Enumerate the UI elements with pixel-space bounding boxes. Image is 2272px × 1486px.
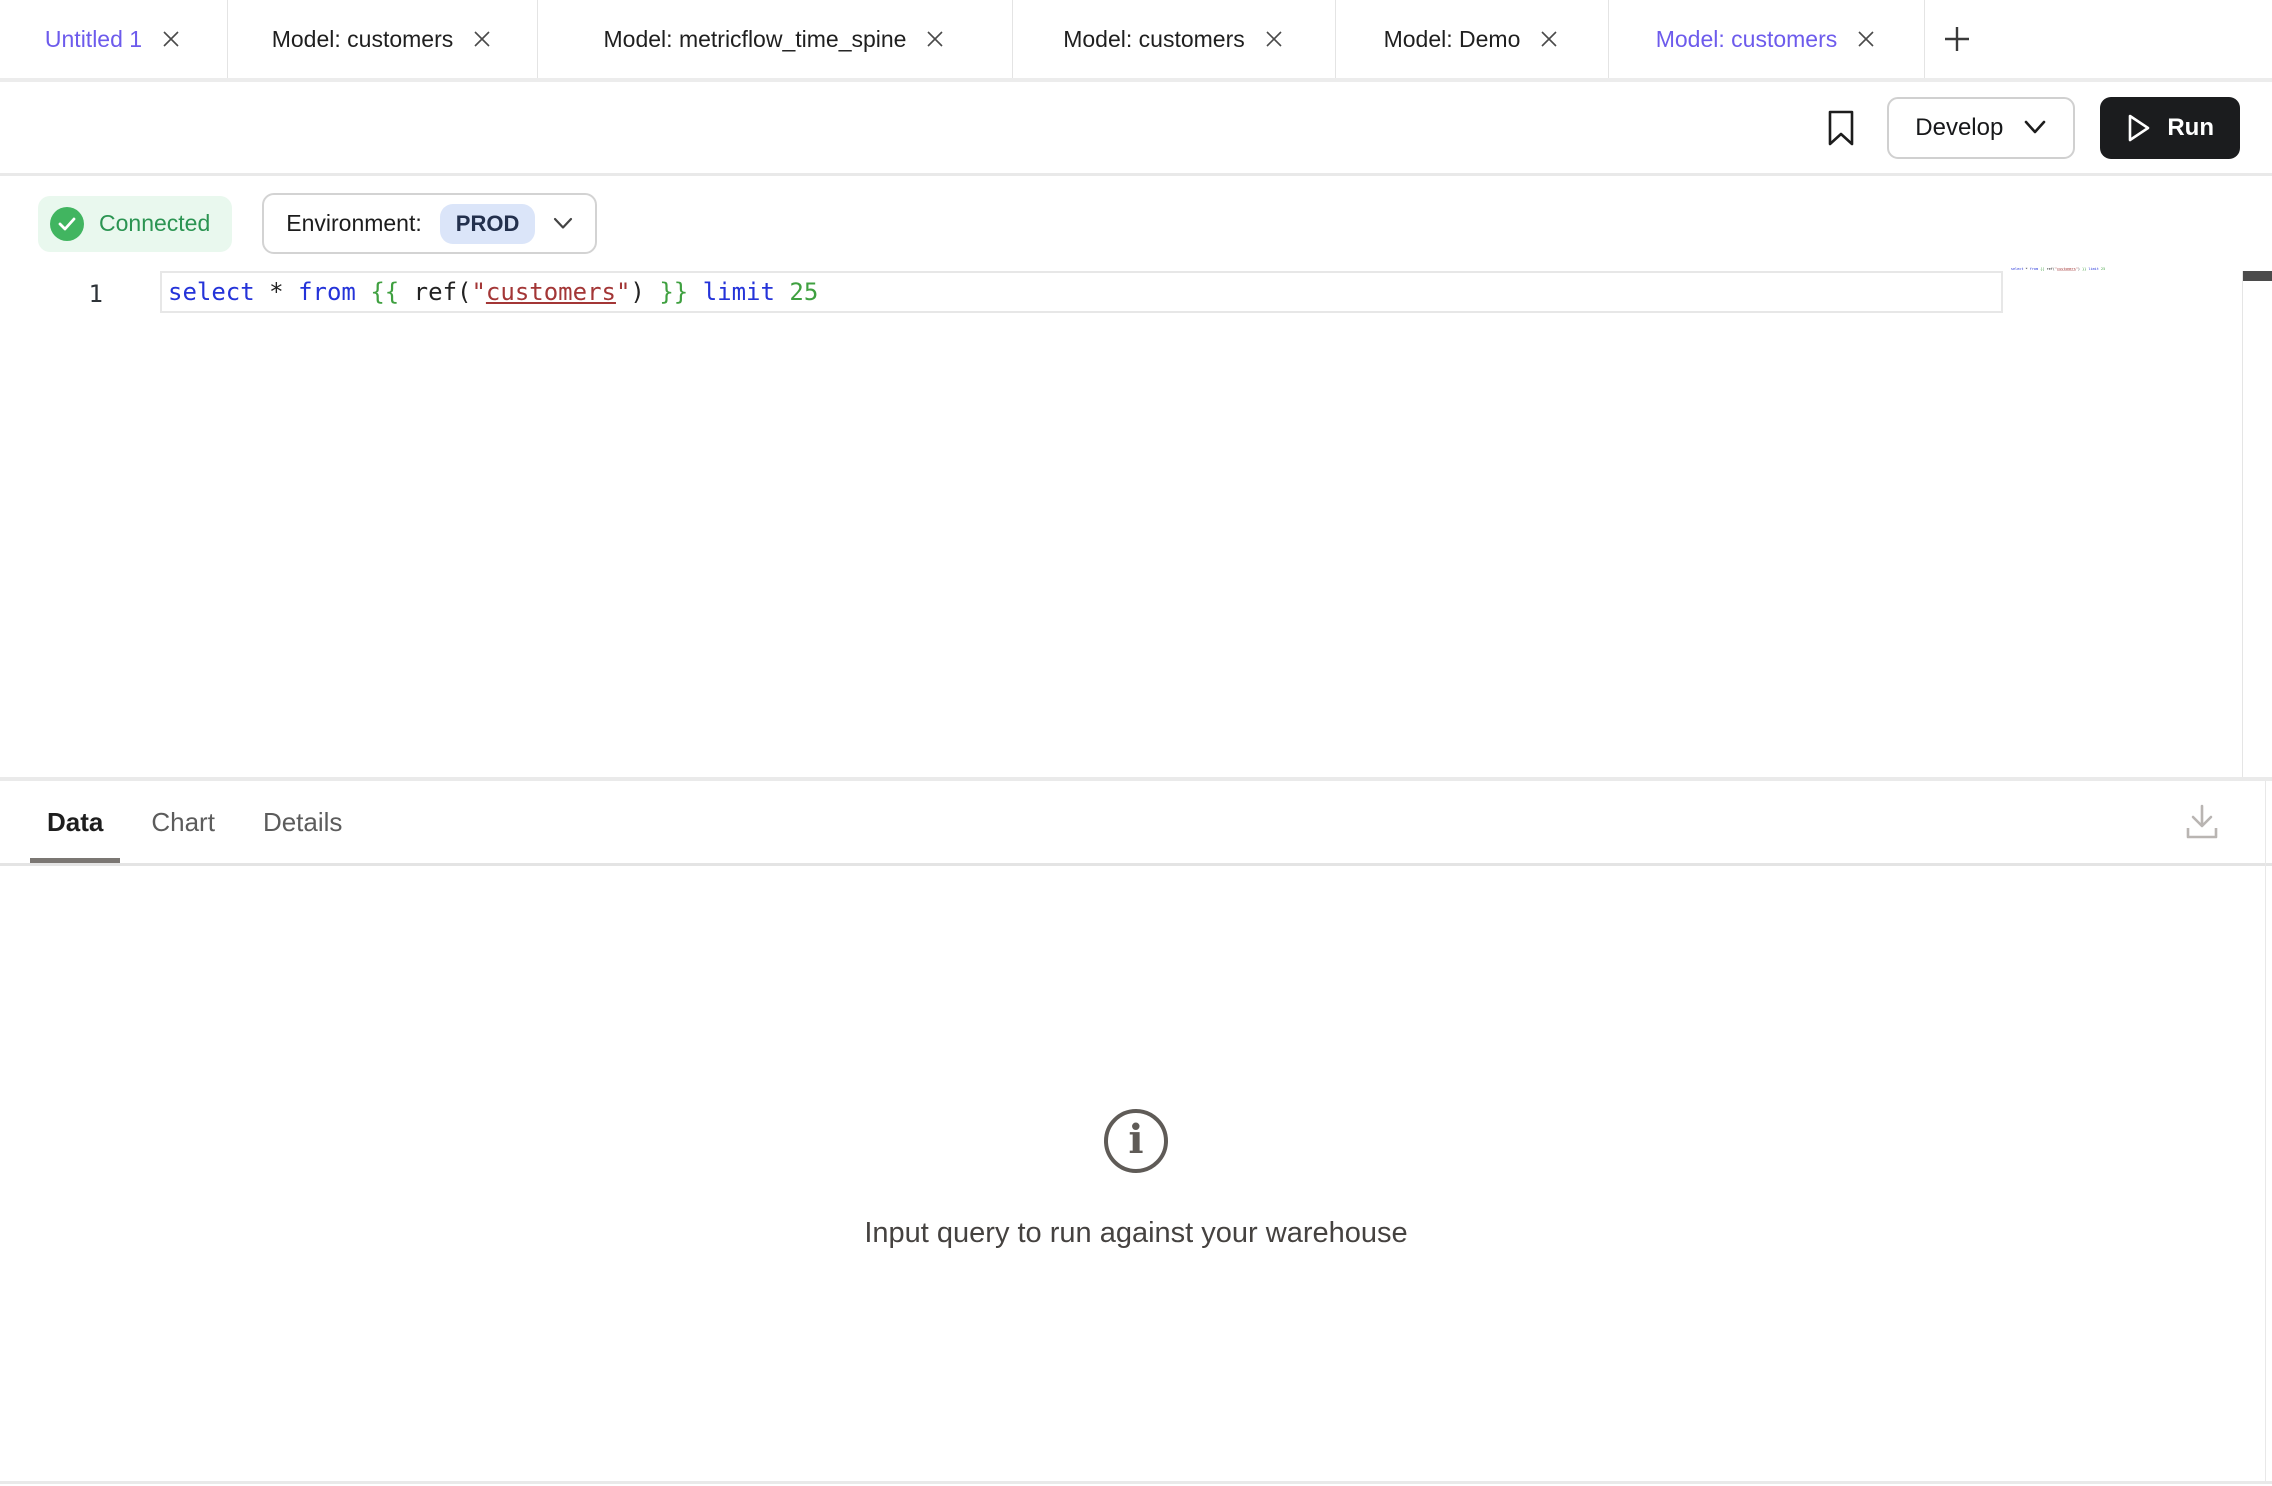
develop-menu-button[interactable]: Develop [1887,97,2075,159]
line-number: 1 [0,275,103,313]
code-token [356,278,370,306]
ide-screen: Untitled 1 Model: customers Model: metri… [0,0,2272,1486]
results-empty-state: i Input query to run against your wareho… [0,1109,2272,1250]
tab-untitled-1[interactable]: Untitled 1 [0,0,228,78]
bottom-divider [0,1481,2272,1484]
code-token [688,278,702,306]
code-token: 25 [789,278,818,306]
editor-active-line[interactable]: select * from {{ ref("customers") }} lim… [160,271,2003,313]
tab-data[interactable]: Data [47,781,103,863]
code-token: * [269,278,283,306]
tab-model-customers-2[interactable]: Model: customers [1013,0,1336,78]
tab-model-demo[interactable]: Model: Demo [1336,0,1609,78]
run-label: Run [2167,114,2214,142]
minimap-code-line: select * from {{ ref("customers") }} lim… [2010,267,2105,271]
close-icon[interactable] [1538,28,1560,50]
environment-label: Environment: [286,210,422,237]
code-token [645,278,659,306]
tab-label: Model: customers [272,26,454,53]
code-token: limit [2088,267,2098,271]
code-token: {{ [370,278,399,306]
sql-code-line[interactable]: select * from {{ ref("customers") }} lim… [162,274,818,310]
code-token: ref( [2046,267,2054,271]
results-pane: Data Chart Details i Input query to run … [0,777,2272,1481]
ref-link-token[interactable]: customers [2057,267,2076,271]
close-icon[interactable] [1263,28,1285,50]
code-token: ref( [414,278,472,306]
code-token: select [168,278,255,306]
code-token: }} [659,278,688,306]
bookmark-icon [1825,108,1857,148]
tab-label: Untitled 1 [45,26,142,53]
code-token: " [616,278,630,306]
tab-model-customers-3[interactable]: Model: customers [1609,0,1925,78]
editor-scrollbar-track[interactable] [2242,271,2272,777]
code-token: limit [703,278,775,306]
tab-label: Model: metricflow_time_spine [604,26,907,53]
sql-editor-pane: Connected Environment: PROD 1 select * f… [0,176,2272,777]
code-token [284,278,298,306]
editor-scrollbar-thumb[interactable] [2243,271,2272,281]
tab-model-customers-1[interactable]: Model: customers [228,0,538,78]
add-tab-button[interactable] [1925,0,1989,78]
code-token: ) [630,278,644,306]
connection-status-label: Connected [99,210,210,237]
play-icon [2126,113,2152,143]
chevron-down-icon [2023,120,2047,135]
empty-state-message: Input query to run against your warehous… [0,1217,2272,1250]
editor-minimap: select * from {{ ref("customers") }} lim… [2010,266,2105,271]
tab-chart[interactable]: Chart [151,781,215,863]
plus-icon [1942,24,1972,54]
close-icon[interactable] [160,28,182,50]
code-token: from [298,278,356,306]
develop-label: Develop [1915,114,2003,142]
tab-details[interactable]: Details [263,781,342,863]
code-token [399,278,413,306]
code-token: from [2030,267,2038,271]
info-icon: i [1104,1109,1168,1173]
close-icon[interactable] [1855,28,1877,50]
code-token: 25 [2101,267,2105,271]
ref-link-token[interactable]: customers [486,278,616,306]
run-button[interactable]: Run [2100,97,2240,159]
tab-model-metricflow-time-spine[interactable]: Model: metricflow_time_spine [538,0,1013,78]
download-icon [2182,801,2222,843]
code-token [255,278,269,306]
environment-selector[interactable]: Environment: PROD [262,193,597,254]
code-token: " [471,278,485,306]
editor-tab-bar: Untitled 1 Model: customers Model: metri… [0,0,2272,78]
close-icon[interactable] [924,28,946,50]
editor-status-row: Connected Environment: PROD [38,193,597,254]
code-token: select [2011,267,2024,271]
tab-label: Model: customers [1063,26,1245,53]
check-circle-icon [50,207,84,241]
tab-label: Model: customers [1656,26,1838,53]
tab-label: Model: Demo [1384,26,1521,53]
editor-toolbar: Develop Run [0,82,2272,173]
bookmark-button[interactable] [1825,108,1857,148]
connection-status-badge: Connected [38,196,232,252]
code-token [775,278,789,306]
close-icon[interactable] [471,28,493,50]
environment-value-badge: PROD [440,204,536,244]
results-tab-bar: Data Chart Details [0,781,2272,866]
download-results-button[interactable] [2182,801,2222,846]
chevron-down-icon [553,217,573,230]
